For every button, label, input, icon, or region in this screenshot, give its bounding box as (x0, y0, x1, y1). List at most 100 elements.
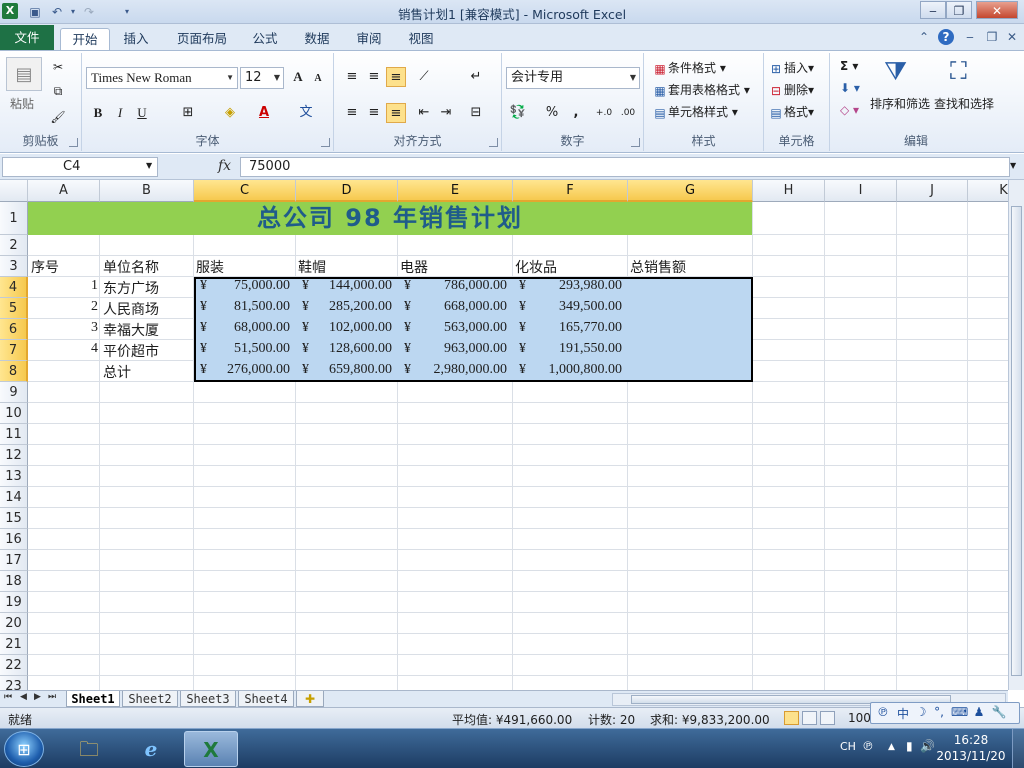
currency-symbol[interactable]: ¥ (404, 299, 411, 315)
expand-formula-bar-icon[interactable]: ▼ (1010, 161, 1016, 170)
page-break-view-icon[interactable] (820, 711, 835, 725)
currency-symbol[interactable]: ¥ (302, 320, 309, 336)
sheet-tab-2[interactable]: Sheet2 (122, 691, 178, 707)
header-cell[interactable]: 电器 (400, 257, 428, 277)
align-top-icon[interactable]: ≡ (342, 67, 362, 87)
row-header-20[interactable]: 20 (0, 613, 28, 634)
amount-cell[interactable]: 293,980.00 (531, 278, 622, 294)
page-layout-view-icon[interactable] (802, 711, 817, 725)
sheet-tab-3[interactable]: Sheet3 (180, 691, 236, 707)
header-cell[interactable]: 化妆品 (515, 257, 557, 277)
fill-icon[interactable]: ⬇ ▾ (840, 81, 860, 95)
amount-cell[interactable]: 2,980,000.00 (416, 362, 508, 378)
column-header-d[interactable]: D (296, 180, 398, 202)
number-format-select[interactable]: 会计专用 ▼ (506, 67, 640, 89)
clipboard-launcher-icon[interactable] (69, 138, 78, 147)
clear-icon[interactable]: ◇ ▾ (840, 103, 859, 117)
tab-formulas[interactable]: 公式 (244, 28, 286, 51)
seq-no-cell[interactable]: 4 (30, 341, 98, 357)
amount-cell[interactable]: 144,000.00 (314, 278, 392, 294)
row-header-1[interactable]: 1 (0, 202, 28, 235)
tray-ime-icon[interactable]: ℗ (862, 739, 874, 753)
unit-name-cell[interactable]: 东方广场 (103, 278, 193, 298)
alignment-launcher-icon[interactable] (489, 138, 498, 147)
workbook-close-icon[interactable]: ✕ (1004, 29, 1020, 45)
align-center-icon[interactable]: ≡ (364, 103, 384, 123)
amount-cell[interactable]: 81,500.00 (212, 299, 290, 315)
row-header-9[interactable]: 9 (0, 382, 28, 403)
tray-overflow-icon[interactable]: ▲ (888, 742, 895, 752)
increase-decimal-button[interactable]: +.0 (594, 103, 614, 123)
align-middle-icon[interactable]: ≡ (364, 67, 384, 87)
format-cells-button[interactable]: ▤ 格式▾ (768, 103, 814, 121)
column-header-f[interactable]: F (513, 180, 628, 202)
ime-settings-icon[interactable]: 🔧 (991, 705, 1007, 719)
insert-sheet-icon[interactable]: ✚ (296, 691, 324, 707)
amount-cell[interactable]: 963,000.00 (416, 341, 507, 357)
currency-symbol[interactable]: ¥ (519, 299, 526, 315)
name-box[interactable]: C4 (2, 157, 158, 177)
header-cell[interactable]: 总销售额 (630, 257, 686, 277)
row-header-17[interactable]: 17 (0, 550, 28, 571)
tray-volume-icon[interactable]: 🔊 (920, 739, 935, 753)
start-button-icon[interactable]: ⊞ (4, 731, 44, 767)
currency-symbol[interactable]: ¥ (200, 320, 207, 336)
amount-cell[interactable]: 563,000.00 (416, 320, 507, 336)
next-sheet-icon[interactable]: ▶ (34, 692, 41, 702)
seq-no-cell[interactable]: 3 (30, 320, 98, 336)
font-name-select[interactable]: Times New Roman ▼ (86, 67, 238, 89)
row-header-5[interactable]: 5 (0, 298, 28, 319)
font-launcher-icon[interactable] (321, 138, 330, 147)
restore-button[interactable]: ❐ (946, 1, 972, 19)
currency-symbol[interactable]: ¥ (200, 299, 207, 315)
format-as-table-button[interactable]: ▦ 套用表格格式 ▾ (652, 81, 750, 99)
row-header-4[interactable]: 4 (0, 277, 28, 298)
font-size-select[interactable]: 12 ▼ (240, 67, 284, 89)
tab-page-layout[interactable]: 页面布局 (170, 28, 234, 51)
row-header-8[interactable]: 8 (0, 361, 28, 382)
borders-icon[interactable]: ⊞ (178, 103, 198, 123)
ime-user-icon[interactable]: ♟ (971, 705, 987, 719)
shrink-font-button[interactable]: A (308, 69, 328, 89)
amount-cell[interactable]: 276,000.00 (212, 362, 290, 378)
conditional-format-button[interactable]: ▦ 条件格式 ▾ (652, 59, 726, 77)
column-header-i[interactable]: I (825, 180, 897, 202)
amount-cell[interactable]: 128,600.00 (314, 341, 392, 357)
number-launcher-icon[interactable] (631, 138, 640, 147)
internet-explorer-icon[interactable]: e (124, 731, 178, 767)
tray-clock[interactable]: 16:28 2013/11/20 (936, 732, 1006, 764)
autosum-button[interactable]: Σ ▾ (840, 59, 858, 73)
row-header-22[interactable]: 22 (0, 655, 28, 676)
formula-input[interactable]: 75000 (240, 157, 1010, 177)
currency-symbol[interactable]: ¥ (302, 278, 309, 294)
row-header-19[interactable]: 19 (0, 592, 28, 613)
row-header-14[interactable]: 14 (0, 487, 28, 508)
vertical-scroll-thumb[interactable] (1011, 206, 1022, 676)
comma-button[interactable]: , (566, 103, 586, 123)
column-header-g[interactable]: G (628, 180, 753, 202)
tab-insert[interactable]: 插入 (114, 28, 158, 51)
amount-cell[interactable]: 1,000,800.00 (531, 362, 623, 378)
sort-filter-icon[interactable]: ⧩ (884, 57, 907, 88)
font-color-icon[interactable]: A (254, 103, 274, 123)
name-box-dropdown-icon[interactable]: ▼ (146, 161, 152, 170)
row-header-13[interactable]: 13 (0, 466, 28, 487)
copy-icon[interactable]: ⧉ (50, 83, 66, 99)
workbook-minimize-icon[interactable]: ‒ (962, 29, 978, 45)
unit-name-cell[interactable]: 平价超市 (103, 341, 193, 361)
sort-filter-button[interactable]: 排序和筛选 (870, 95, 930, 112)
show-desktop-button[interactable] (1012, 729, 1024, 768)
currency-symbol[interactable]: ¥ (519, 320, 526, 336)
currency-symbol[interactable]: ¥ (519, 341, 526, 357)
excel-taskbar-icon[interactable]: X (184, 731, 238, 767)
currency-symbol[interactable]: ¥ (200, 362, 207, 378)
minimize-button[interactable]: ‒ (920, 1, 946, 19)
row-header-12[interactable]: 12 (0, 445, 28, 466)
tray-network-icon[interactable]: ▮ (906, 739, 913, 753)
row-header-15[interactable]: 15 (0, 508, 28, 529)
currency-symbol[interactable]: ¥ (519, 278, 526, 294)
amount-cell[interactable]: 102,000.00 (314, 320, 392, 336)
column-header-j[interactable]: J (897, 180, 968, 202)
format-painter-icon[interactable]: 🖌 (50, 109, 66, 125)
italic-button[interactable]: I (110, 103, 130, 123)
